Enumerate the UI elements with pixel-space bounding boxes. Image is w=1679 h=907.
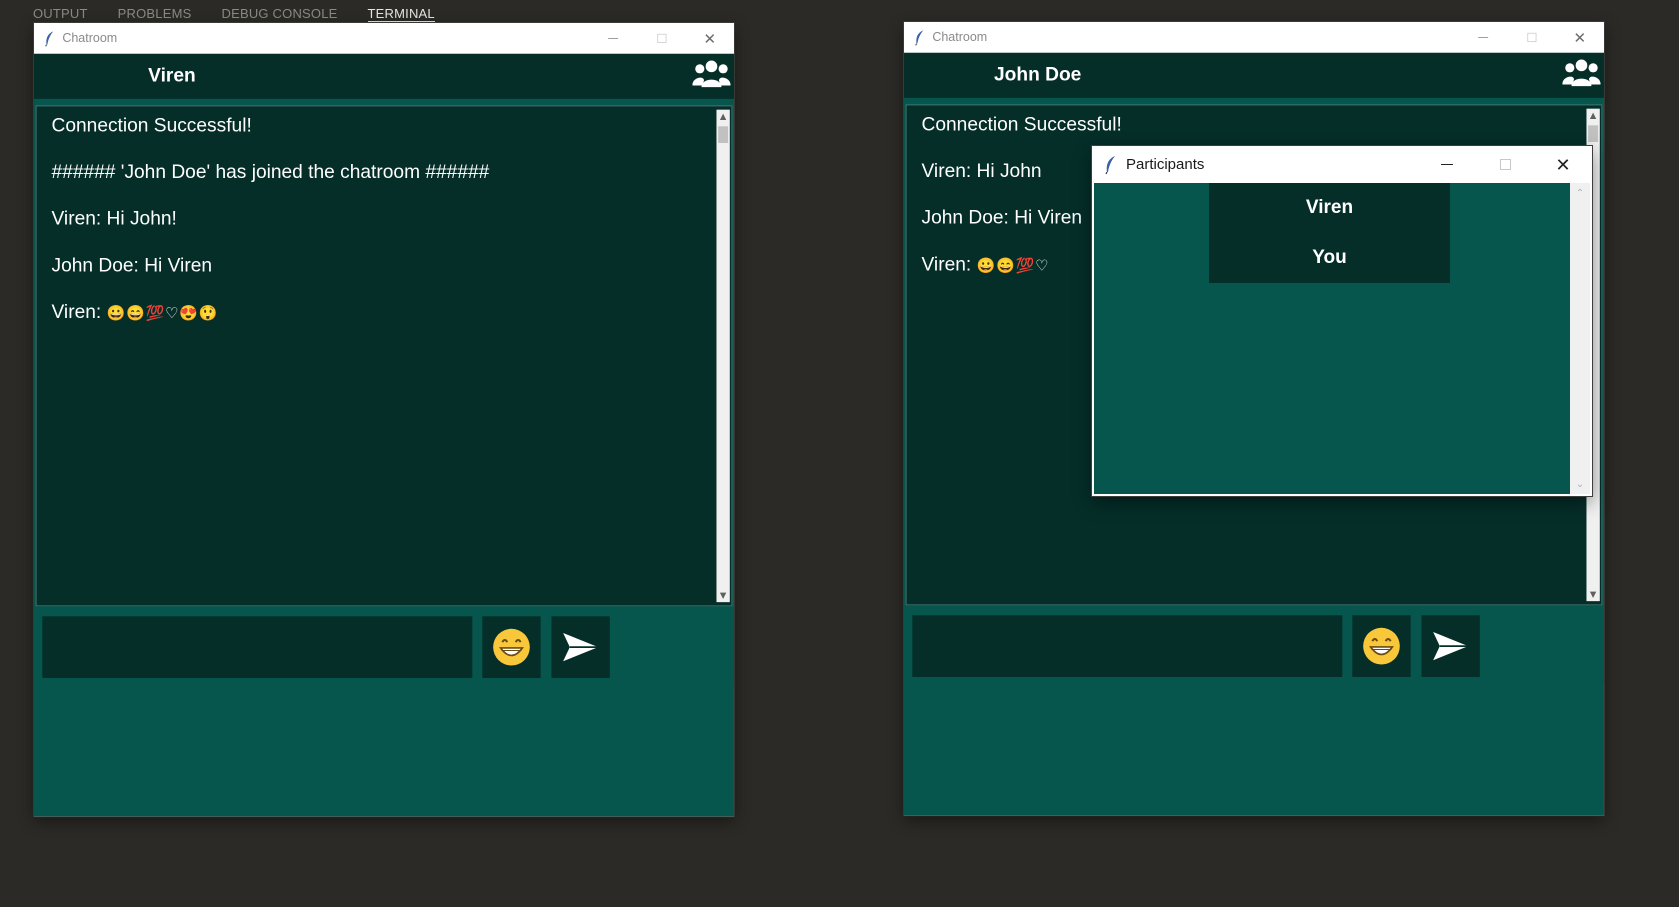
tab-terminal[interactable]: TERMINAL	[367, 6, 435, 22]
scroll-down-arrow-icon[interactable]: ▼	[1586, 588, 1599, 601]
send-button[interactable]	[551, 616, 610, 678]
close-icon: ✕	[1573, 29, 1587, 46]
user-name: John Doe	[993, 62, 1082, 85]
chat-messages-area[interactable]: Connection Successful! ###### 'John Doe'…	[35, 105, 733, 607]
titlebar[interactable]: Participants ✕	[1092, 146, 1592, 183]
message-sender: Viren:	[921, 252, 972, 275]
message-emojis: 😀😄💯♡	[976, 256, 1050, 274]
users-group-icon	[1562, 59, 1601, 87]
chatroom-window-viren: Chatroom ✕ Viren Connection Successful! …	[34, 23, 734, 817]
chat-header: Viren	[34, 53, 734, 99]
participants-window: Participants ✕ Viren You ⌃ ⌄	[1092, 146, 1592, 496]
grinning-face-icon	[493, 628, 530, 666]
window-title: Chatroom	[932, 30, 988, 45]
window-title: Chatroom	[62, 31, 118, 46]
feather-icon	[1104, 155, 1118, 174]
send-arrow-icon	[1433, 631, 1469, 661]
scroll-thumb[interactable]	[1588, 125, 1599, 142]
feather-icon	[44, 30, 56, 47]
tab-problems[interactable]: PROBLEMS	[118, 6, 192, 22]
close-icon: ✕	[703, 30, 717, 47]
compose-bar	[904, 605, 1604, 685]
close-button[interactable]: ✕	[1556, 22, 1604, 53]
minimize-icon	[1478, 36, 1489, 38]
participants-list: Viren You	[1209, 183, 1450, 283]
minimize-icon	[608, 37, 619, 39]
minimize-button[interactable]	[1459, 22, 1507, 53]
scroll-thumb[interactable]	[718, 126, 729, 143]
maximize-button[interactable]	[1507, 22, 1555, 53]
participant-item[interactable]: Viren	[1209, 183, 1450, 233]
close-button[interactable]: ✕	[686, 23, 734, 54]
chat-header: John Doe	[904, 52, 1604, 98]
feather-icon	[914, 29, 926, 46]
participant-item[interactable]: You	[1209, 233, 1450, 283]
maximize-icon	[1526, 32, 1537, 42]
maximize-icon	[656, 33, 667, 43]
minimize-button[interactable]	[1418, 146, 1476, 183]
message-emojis: 😀😄💯♡😍😲	[106, 304, 219, 322]
window-title: Participants	[1126, 156, 1205, 173]
message-item: John Doe: Hi Viren	[51, 253, 213, 276]
chat-app: Viren Connection Successful! ###### 'Joh…	[34, 53, 734, 817]
emoji-button[interactable]	[482, 616, 541, 678]
tab-debug-console[interactable]: DEBUG CONSOLE	[222, 6, 338, 22]
message-item: Viren: Hi John!	[51, 207, 177, 229]
compose-bar	[34, 606, 734, 686]
close-button[interactable]: ✕	[1534, 146, 1592, 183]
maximize-icon	[1499, 159, 1511, 170]
scroll-up-arrow-icon[interactable]: ▲	[716, 110, 729, 123]
emoji-button[interactable]	[1352, 615, 1411, 677]
close-icon: ✕	[1555, 154, 1571, 175]
participants-button[interactable]	[692, 57, 731, 90]
maximize-button[interactable]	[637, 23, 685, 54]
message-list: Connection Successful! ###### 'John Doe'…	[51, 111, 711, 344]
chat-scrollbar[interactable]: ▲ ▼	[716, 109, 730, 603]
participants-panel: Viren You ⌃ ⌄	[1092, 183, 1592, 496]
message-input[interactable]	[912, 615, 1343, 677]
message-input[interactable]	[42, 616, 473, 678]
send-button[interactable]	[1421, 615, 1480, 677]
titlebar[interactable]: Chatroom ✕	[904, 22, 1604, 53]
tab-output[interactable]: OUTPUT	[33, 6, 88, 22]
minimize-button[interactable]	[589, 23, 637, 54]
maximize-button[interactable]	[1476, 146, 1534, 183]
scroll-down-arrow-icon[interactable]: ⌄	[1572, 476, 1588, 492]
scroll-up-arrow-icon[interactable]: ▲	[1586, 109, 1599, 122]
send-arrow-icon	[563, 632, 599, 662]
grinning-face-icon	[1363, 627, 1400, 665]
panel-tabs: OUTPUT PROBLEMS DEBUG CONSOLE TERMINAL	[33, 6, 435, 22]
user-name: Viren	[148, 63, 196, 86]
scroll-down-arrow-icon[interactable]: ▼	[716, 589, 729, 602]
message-sender: Viren:	[51, 300, 102, 323]
participants-button[interactable]	[1562, 56, 1601, 89]
participants-scrollbar[interactable]: ⌃ ⌄	[1570, 183, 1590, 494]
users-group-icon	[692, 60, 731, 88]
message-item: Connection Successful!	[51, 113, 252, 136]
titlebar[interactable]: Chatroom ✕	[34, 23, 734, 54]
minimize-icon	[1441, 164, 1453, 165]
message-item: ###### 'John Doe' has joined the chatroo…	[51, 160, 490, 183]
scroll-up-arrow-icon[interactable]: ⌃	[1572, 185, 1588, 201]
message-item-emoji: Viren: 😀😄💯♡😍😲	[51, 298, 711, 345]
